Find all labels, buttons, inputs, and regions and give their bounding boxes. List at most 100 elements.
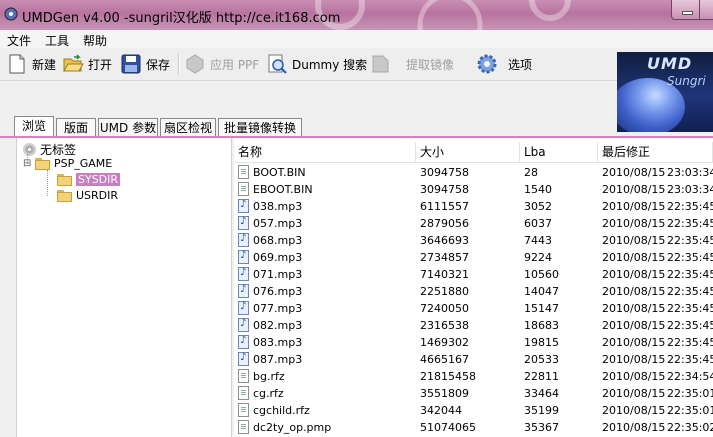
file-size: 51074065 — [420, 421, 476, 434]
column-header-modified[interactable]: 最后修正 — [598, 142, 713, 162]
table-row[interactable]: 057.mp3 2879056 6037 2010/08/1522:35:45 — [234, 215, 713, 232]
table-row[interactable]: 038.mp3 6111557 3052 2010/08/1522:35:45 — [234, 198, 713, 215]
options-button[interactable]: 选项 — [476, 52, 532, 76]
tree-node-label: PSP_GAME — [54, 157, 113, 170]
file-date: 2010/08/15 — [602, 285, 666, 298]
title-decoration — [315, 0, 571, 30]
dummy-search-button[interactable]: Dummy 搜索 — [266, 52, 367, 76]
collapse-icon[interactable]: ⊟ — [23, 158, 35, 169]
document-file-icon — [238, 386, 249, 400]
file-name: 076.mp3 — [253, 285, 303, 298]
file-lba: 9224 — [524, 251, 552, 264]
file-date: 2010/08/15 — [602, 387, 666, 400]
file-time: 23:03:34 — [667, 166, 713, 179]
file-name: 083.mp3 — [253, 336, 303, 349]
save-button[interactable]: 保存 — [120, 52, 170, 76]
file-size: 7240050 — [420, 302, 469, 315]
file-name: 068.mp3 — [253, 234, 303, 247]
options-label: 选项 — [508, 57, 533, 72]
table-row[interactable]: 071.mp3 7140321 10560 2010/08/1522:35:45 — [234, 266, 713, 283]
audio-file-icon — [238, 335, 249, 349]
tree-node-label: SYSDIR — [76, 173, 121, 186]
tab-browse[interactable]: 浏览 — [14, 116, 54, 137]
file-lba: 14047 — [524, 285, 559, 298]
table-row[interactable]: dc2ty_op.pmp 51074065 35367 2010/08/15 22:35… — [234, 419, 713, 436]
table-row[interactable]: 077.mp3 7240050 15147 2010/08/1522:35:45 — [234, 300, 713, 317]
table-row[interactable]: 076.mp3 2251880 14047 2010/08/1522:35:45 — [234, 283, 713, 300]
file-name: 077.mp3 — [253, 302, 303, 315]
file-date: 2010/08/15 — [602, 268, 666, 281]
file-size: 2251880 — [420, 285, 469, 298]
table-row[interactable]: cg.rfz 3551809 33464 2010/08/15 22:35:01 — [234, 385, 713, 402]
file-list: 名称 大小 Lba 最后修正 BOOT.BIN 3094758 28 2010/08/… — [234, 138, 713, 437]
tab-sector-view[interactable]: 扇区检视 — [160, 118, 216, 137]
file-date: 2010/08/15 — [602, 166, 666, 179]
file-size: 6111557 — [420, 200, 469, 213]
table-row[interactable]: cgchild.rfz 342044 35199 2010/08/15 22:35:01 — [234, 402, 713, 419]
table-row[interactable]: bg.rfz 21815458 22811 2010/08/15 22:34:54 — [234, 368, 713, 385]
file-lba: 6037 — [524, 217, 552, 230]
open-button[interactable]: 打开 — [62, 52, 112, 76]
file-name: 069.mp3 — [253, 251, 303, 264]
open-folder-icon — [63, 54, 84, 72]
save-label: 保存 — [146, 57, 171, 72]
column-header-size[interactable]: 大小 — [416, 142, 520, 162]
tree-root[interactable]: 无标签 — [23, 141, 76, 158]
file-size: 2879056 — [420, 217, 469, 230]
minimize-button[interactable] — [671, 0, 701, 20]
file-lba: 28 — [524, 166, 538, 179]
tab-umd-params[interactable]: UMD 参数 — [98, 118, 158, 137]
table-row[interactable]: 082.mp3 2316538 18683 2010/08/1522:35:45 — [234, 317, 713, 334]
new-button[interactable]: 新建 — [6, 52, 56, 76]
table-row[interactable]: 069.mp3 2734857 9224 2010/08/1522:35:45 — [234, 249, 713, 266]
document-file-icon — [238, 165, 249, 179]
file-time: 22:35:01 — [667, 404, 713, 417]
tab-batch-convert[interactable]: 批量镜像转换 — [218, 118, 302, 137]
table-row[interactable]: 083.mp3 1469302 19815 2010/08/1522:35:45 — [234, 334, 713, 351]
extract-image-button[interactable]: 提取镜像 — [368, 52, 454, 76]
file-date: 2010/08/15 — [602, 234, 666, 247]
document-file-icon — [238, 182, 249, 196]
file-size: 342044 — [420, 404, 462, 417]
file-name: 071.mp3 — [253, 268, 303, 281]
file-date: 2010/08/15 — [602, 404, 666, 417]
file-size: 7140321 — [420, 268, 469, 281]
menu-file[interactable]: 文件 — [7, 32, 31, 49]
column-header-lba[interactable]: Lba — [520, 142, 598, 162]
new-file-icon — [9, 54, 25, 74]
tree-node-psp-game[interactable]: ⊟ PSP_GAME — [23, 157, 112, 170]
tree-line — [47, 170, 56, 196]
file-lba: 22811 — [524, 370, 559, 383]
banner-title: UMD — [647, 54, 693, 73]
table-row[interactable]: 087.mp3 4665167 20533 2010/08/1522:35:45 — [234, 351, 713, 368]
apply-ppf-button[interactable]: 应用 PPF — [184, 52, 259, 76]
file-lba: 15147 — [524, 302, 559, 315]
file-lba: 19815 — [524, 336, 559, 349]
file-name: 087.mp3 — [253, 353, 303, 366]
table-row[interactable]: BOOT.BIN 3094758 28 2010/08/15 23:03:34 — [234, 164, 713, 181]
apply-ppf-label: 应用 PPF — [210, 57, 260, 72]
app-banner-logo: UMD Sungri — [617, 52, 713, 132]
menu-help[interactable]: 帮助 — [83, 32, 107, 49]
file-date: 2010/08/15 — [602, 353, 666, 366]
file-date: 2010/08/15 — [602, 251, 666, 264]
search-icon — [268, 54, 287, 74]
tree-node-sysdir[interactable]: SYSDIR — [57, 173, 121, 186]
file-time: 22:35:45 — [667, 200, 713, 213]
maximize-button[interactable] — [699, 0, 713, 20]
file-date: 2010/08/15 — [602, 370, 666, 383]
table-row[interactable]: 068.mp3 3646693 7443 2010/08/1522:35:45 — [234, 232, 713, 249]
file-lba: 18683 — [524, 319, 559, 332]
column-header-name[interactable]: 名称 — [234, 142, 416, 162]
menu-tools[interactable]: 工具 — [45, 32, 69, 49]
file-name: 038.mp3 — [253, 200, 303, 213]
save-disk-icon — [121, 54, 141, 74]
file-time: 22:35:45 — [667, 234, 713, 247]
tree-node-usrdir[interactable]: USRDIR — [57, 189, 118, 202]
file-date: 2010/08/15 — [602, 302, 666, 315]
file-time: 22:35:45 — [667, 353, 713, 366]
tab-layout[interactable]: 版面 — [56, 118, 96, 137]
dummy-search-label: Dummy 搜索 — [292, 57, 368, 72]
table-row[interactable]: EBOOT.BIN 3094758 1540 2010/08/15 23:03:34 — [234, 181, 713, 198]
open-label: 打开 — [88, 57, 113, 72]
